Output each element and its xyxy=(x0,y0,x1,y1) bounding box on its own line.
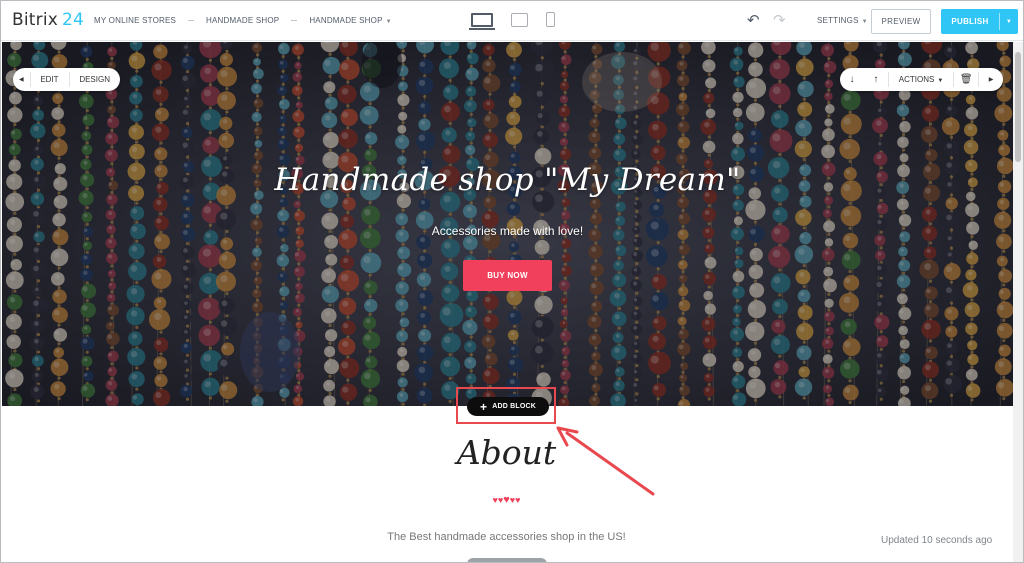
breadcrumb-handmade-shop[interactable]: HANDMADE SHOP xyxy=(206,16,279,25)
phone-icon[interactable] xyxy=(546,12,555,27)
trash-icon[interactable]: 🗑 xyxy=(954,74,978,85)
breadcrumb-separator xyxy=(188,20,195,21)
actions-label: ACTIONS xyxy=(898,75,935,84)
settings-label: SETTINGS xyxy=(817,16,859,25)
breadcrumb: MY ONLINE STORES HANDMADE SHOP HANDMADE … xyxy=(94,16,392,25)
hearts-decoration: ♥♥♥♥♥ xyxy=(492,494,521,506)
chevron-right-icon[interactable]: ▶ xyxy=(979,76,1003,83)
settings-menu[interactable]: SETTINGS ▼ xyxy=(817,16,868,25)
section-button[interactable] xyxy=(467,558,547,562)
publish-label: PUBLISH xyxy=(951,17,989,26)
logo-text: Bitrix xyxy=(12,10,59,30)
hero-block: ◀ EDIT DESIGN ↓ ↑ ACTIONS ▼ 🗑 ▶ Handmade … xyxy=(2,42,1013,406)
block-actions-toolbar: ↓ ↑ ACTIONS ▼ 🗑 ▶ xyxy=(840,68,1003,91)
block-edit-toolbar: ◀ EDIT DESIGN xyxy=(13,68,120,91)
chevron-down-icon: ▼ xyxy=(861,19,868,25)
chevron-down-icon: ▼ xyxy=(385,19,392,25)
hero-subtitle[interactable]: Accessories made with love! xyxy=(2,224,1013,238)
top-toolbar: Bitrix 24 MY ONLINE STORES HANDMADE SHOP … xyxy=(1,1,1023,41)
chevron-left-icon[interactable]: ◀ xyxy=(13,76,30,83)
preview-button[interactable]: PREVIEW xyxy=(871,9,931,34)
actions-menu[interactable]: ACTIONS ▼ xyxy=(889,75,954,84)
edit-button[interactable]: EDIT xyxy=(30,75,68,84)
desktop-icon[interactable] xyxy=(469,12,495,30)
highlight-box xyxy=(456,387,556,424)
editor-window: Bitrix 24 MY ONLINE STORES HANDMADE SHOP … xyxy=(0,0,1024,563)
publish-button[interactable]: PUBLISH ▼ xyxy=(941,9,1018,34)
about-text[interactable]: The Best handmade accessories shop in th… xyxy=(1,531,1012,543)
breadcrumb-separator xyxy=(291,20,298,21)
redo-icon[interactable]: ↷ xyxy=(773,13,786,28)
buy-now-button[interactable]: BUY NOW xyxy=(463,260,552,291)
logo[interactable]: Bitrix 24 xyxy=(12,10,84,30)
breadcrumb-page-label: HANDMADE SHOP xyxy=(309,16,383,25)
chevron-down-icon: ▼ xyxy=(937,78,944,84)
scrollbar-thumb[interactable] xyxy=(1015,52,1021,162)
breadcrumb-page-selector[interactable]: HANDMADE SHOP ▼ xyxy=(309,16,391,25)
undo-icon[interactable]: ↶ xyxy=(747,13,760,28)
logo-number: 24 xyxy=(62,10,85,30)
move-down-icon[interactable]: ↓ xyxy=(840,74,864,85)
move-up-icon[interactable]: ↑ xyxy=(864,74,888,85)
breadcrumb-my-online-stores[interactable]: MY ONLINE STORES xyxy=(94,16,176,25)
about-title[interactable]: About xyxy=(1,433,1012,472)
design-button[interactable]: DESIGN xyxy=(69,75,120,84)
scrollbar[interactable] xyxy=(1013,42,1023,562)
hero-title[interactable]: Handmade shop "My Dream" xyxy=(2,162,1013,198)
updated-status: Updated 10 seconds ago xyxy=(881,535,993,546)
chevron-down-icon[interactable]: ▼ xyxy=(1000,19,1018,25)
device-switcher xyxy=(469,12,555,30)
tablet-icon[interactable] xyxy=(511,12,528,27)
